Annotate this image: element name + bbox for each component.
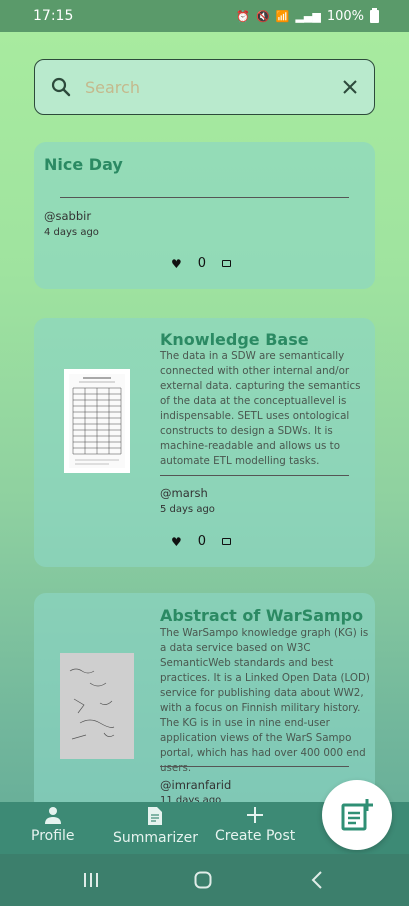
heart-icon[interactable]: ♥ (171, 257, 182, 271)
post-title: Nice Day (44, 155, 123, 174)
post-divider (160, 766, 349, 767)
search-icon (51, 77, 71, 97)
comment-icon[interactable] (222, 538, 232, 545)
post-author[interactable]: @imranfarid (160, 778, 231, 792)
post-divider (60, 197, 349, 198)
battery-icon (370, 7, 379, 23)
home-icon[interactable] (194, 871, 212, 889)
signal-icon: ▂▄▆ (295, 9, 321, 23)
post-title: Knowledge Base (160, 330, 309, 349)
post-card[interactable]: Abstract of WarSampo The WarSampo knowle… (34, 593, 375, 813)
like-count: 0 (197, 256, 207, 271)
nav-summarizer[interactable]: Summarizer (113, 806, 198, 846)
summary-document-icon (148, 807, 163, 825)
clear-search-icon[interactable] (342, 79, 358, 95)
mute-icon: 🔇 (256, 9, 270, 23)
comment-icon[interactable] (222, 260, 232, 267)
status-icons: ⏰ 🔇 📶 ▂▄▆ 100% (236, 7, 379, 24)
post-title: Abstract of WarSampo (160, 606, 364, 625)
status-bar: 17:15 ⏰ 🔇 📶 ▂▄▆ 100% (0, 0, 409, 32)
battery-percent: 100% (326, 8, 364, 24)
search-input[interactable] (85, 77, 342, 97)
plus-icon (247, 807, 264, 823)
post-body: The WarSampo knowledge graph (KG) is a d… (160, 627, 370, 774)
post-body: The data in a SDW are semantically conne… (160, 350, 361, 467)
back-icon[interactable] (310, 871, 324, 889)
document-scan-image (69, 374, 125, 468)
post-divider (160, 475, 349, 476)
nav-profile-label: Profile (31, 828, 75, 844)
post-date: 5 days ago (160, 504, 215, 515)
heart-icon[interactable]: ♥ (171, 535, 182, 549)
recent-apps-icon[interactable] (83, 872, 99, 888)
like-count: 0 (197, 534, 207, 549)
nav-create-post[interactable]: Create Post (215, 806, 295, 844)
person-icon (44, 807, 61, 824)
post-author[interactable]: @sabbir (44, 209, 91, 223)
alarm-icon: ⏰ (236, 9, 251, 23)
nav-profile[interactable]: Profile (31, 806, 75, 844)
post-image (64, 369, 130, 473)
post-card[interactable]: Nice Day @sabbir 4 days ago ♥ 0 (34, 142, 375, 289)
nav-create-post-label: Create Post (215, 828, 296, 844)
post-author[interactable]: @marsh (160, 486, 208, 500)
search-bar[interactable] (34, 59, 375, 115)
new-post-fab[interactable] (322, 780, 392, 850)
post-actions: ♥ 0 (171, 534, 232, 549)
system-navigation-bar (0, 854, 409, 906)
note-add-icon (341, 799, 373, 831)
status-time: 17:15 (33, 8, 74, 24)
post-actions: ♥ 0 (171, 256, 232, 271)
handwritten-notes-image (60, 653, 134, 759)
post-image (60, 653, 134, 759)
post-card[interactable]: Knowledge Base The data in a SDW are sem… (34, 318, 375, 567)
post-date: 4 days ago (44, 227, 99, 238)
wifi-icon: 📶 (275, 9, 290, 23)
nav-summarizer-label: Summarizer (113, 830, 198, 846)
